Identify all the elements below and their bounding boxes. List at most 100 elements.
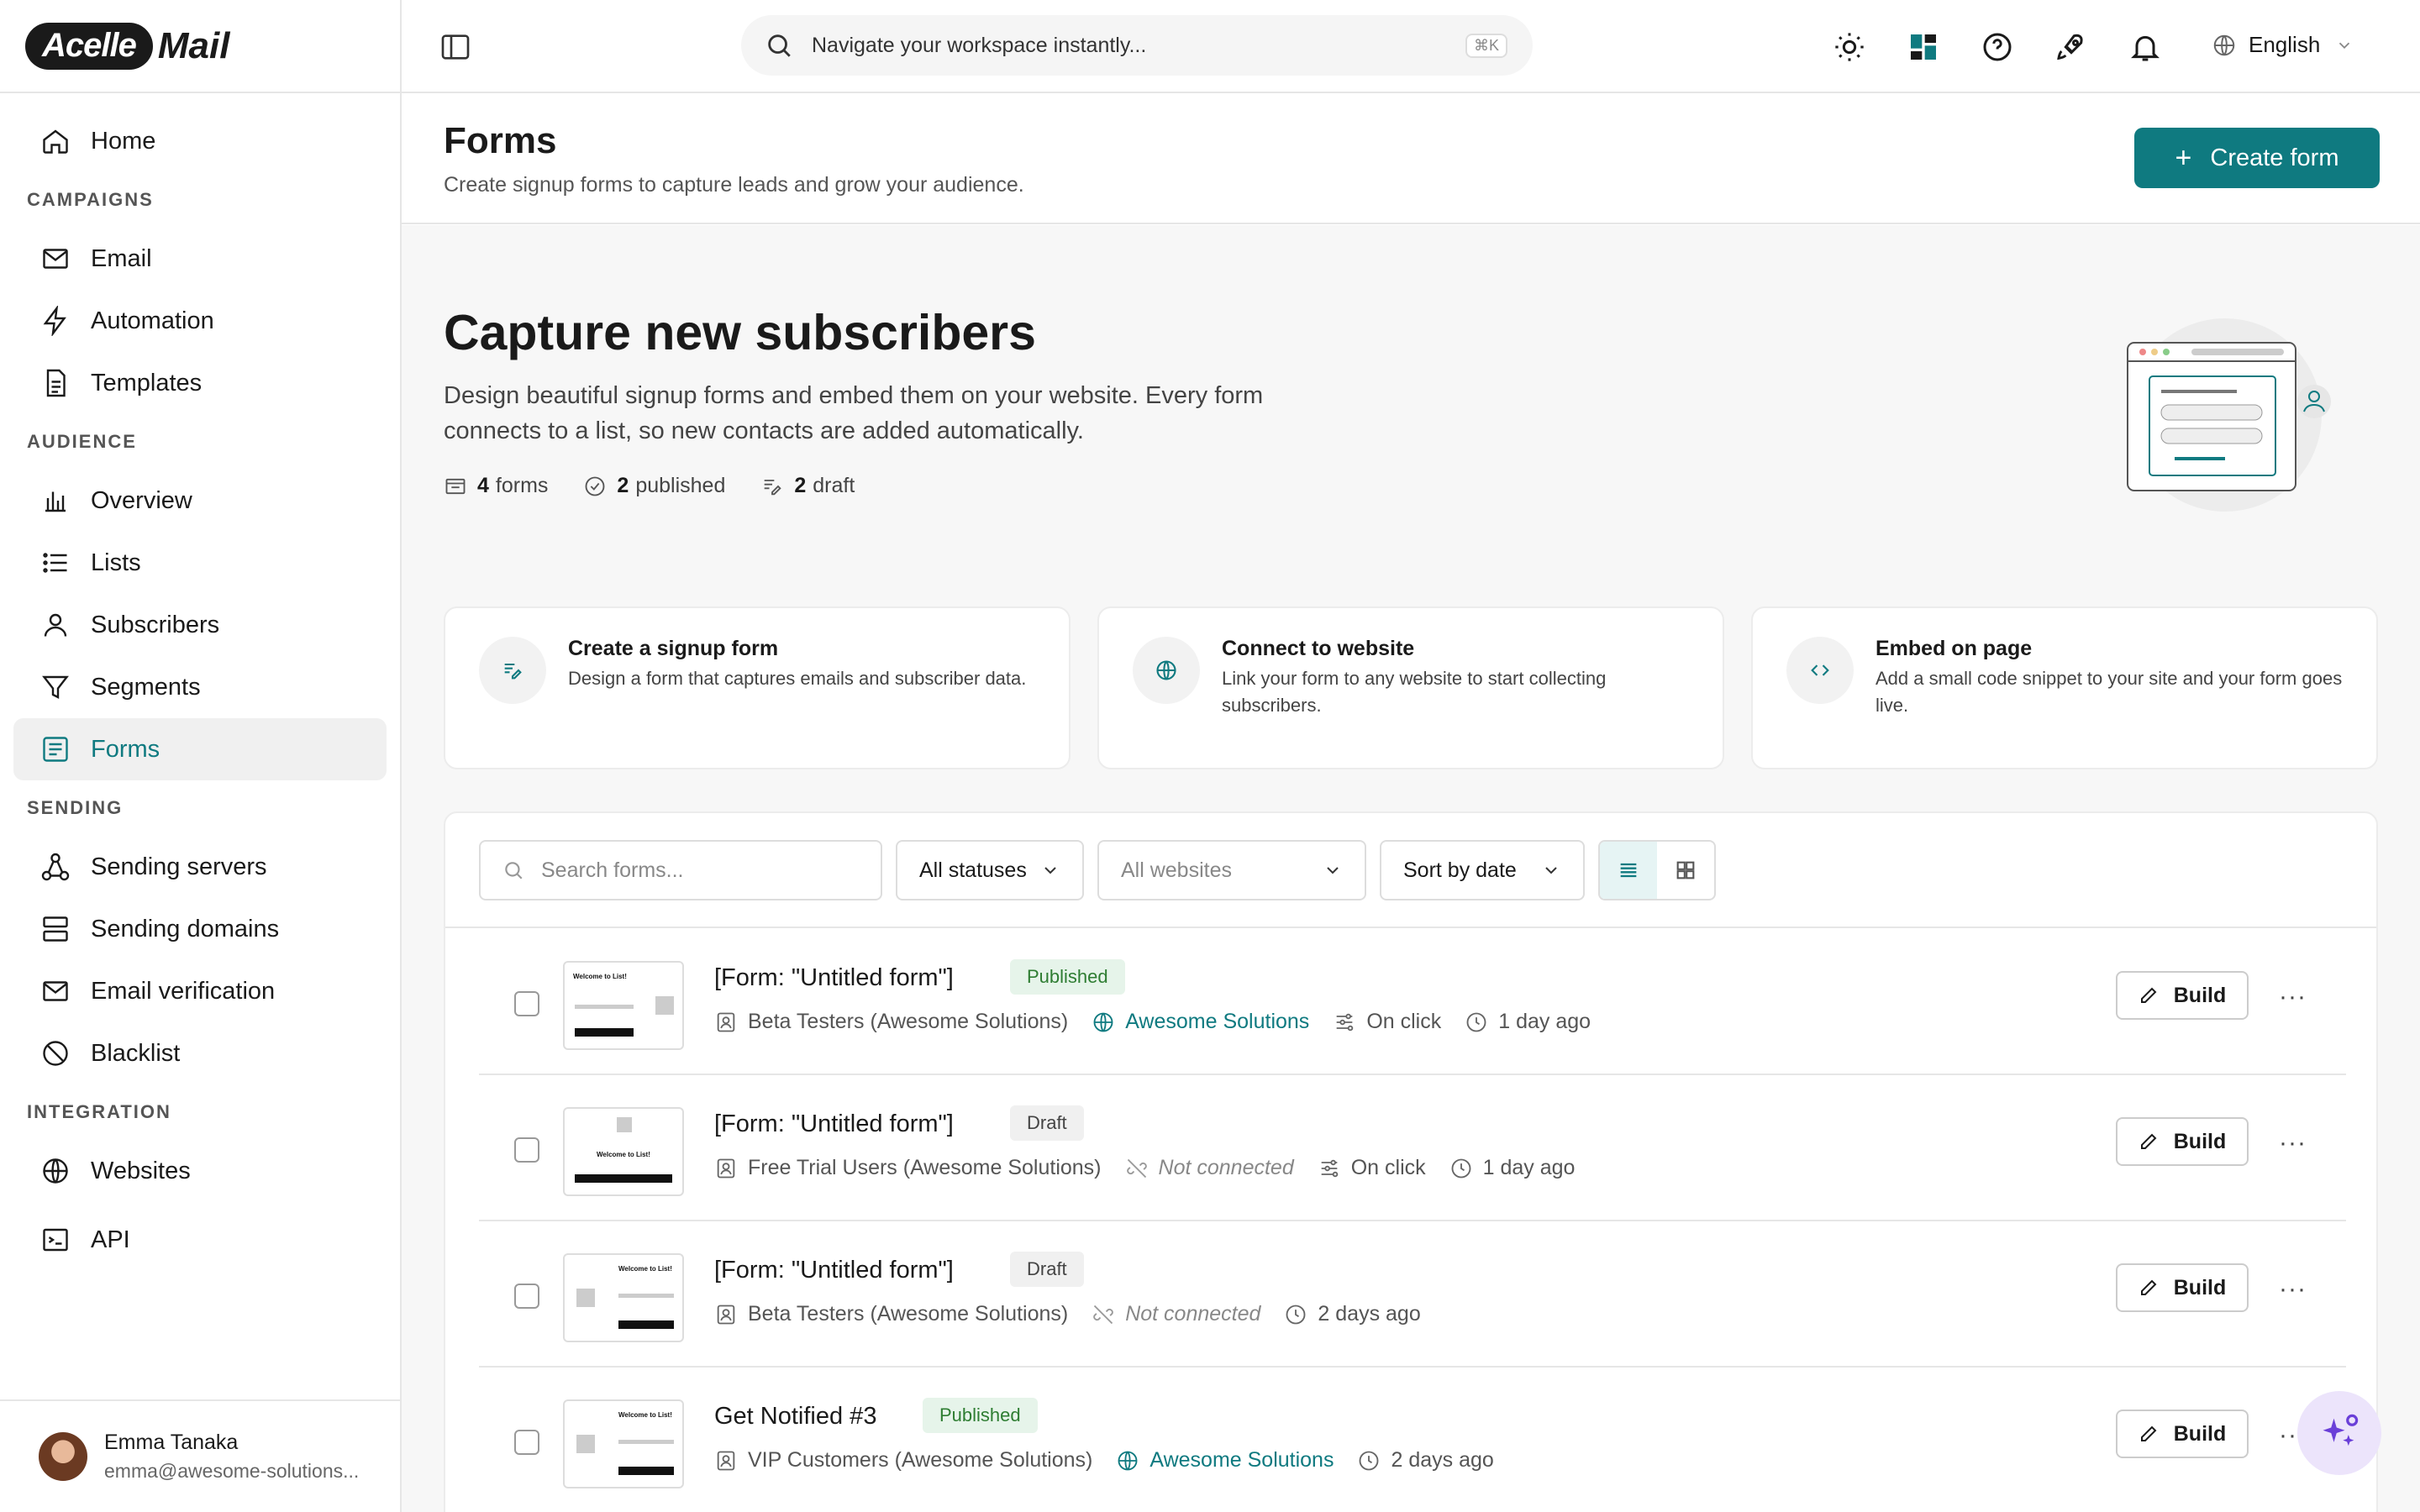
help-button[interactable] (1978, 28, 2017, 66)
thumb-line (618, 1440, 674, 1444)
pencil-icon (2140, 1279, 2157, 1295)
terminal-icon (43, 1228, 68, 1252)
build-label: Build (2173, 983, 2227, 1007)
section-campaigns: CAMPAIGNS (27, 189, 154, 210)
language-select[interactable]: English (2212, 32, 2365, 58)
meta-website-text: Not connected (1125, 1302, 1261, 1326)
more-actions-button[interactable]: ··· (2279, 1275, 2307, 1304)
step-card-create[interactable]: Create a signup form Design a form that … (444, 606, 1071, 769)
search-forms-input[interactable]: Search forms... (479, 840, 882, 900)
sidebar-item-overview[interactable]: Overview (13, 470, 387, 532)
thumb-image (617, 1117, 632, 1132)
hero-description: Design beautiful signup forms and embed … (444, 382, 1264, 444)
meta-trigger: On click (1333, 1010, 1441, 1034)
step-card-embed[interactable]: Embed on page Add a small code snippet t… (1751, 606, 2378, 769)
sidebar-item-blacklist[interactable]: Blacklist (13, 1022, 387, 1084)
form-thumbnail[interactable]: Welcome to List! (563, 1107, 684, 1196)
sidebar-item-templates[interactable]: Templates (13, 352, 387, 414)
sidebar-item-label: Templates (91, 369, 203, 396)
section-integration: INTEGRATION (27, 1101, 171, 1122)
form-thumbnail[interactable]: Welcome to List! (563, 961, 684, 1050)
ai-assistant-button[interactable] (2297, 1391, 2381, 1475)
table-row[interactable]: Welcome to List! [Form: "Untitled form"]… (479, 929, 2346, 1075)
form-title[interactable]: [Form: "Untitled form"] (714, 1110, 954, 1138)
logo-mark: Acelle (25, 22, 153, 70)
form-title[interactable]: [Form: "Untitled form"] (714, 964, 954, 992)
form-thumbnail[interactable]: Welcome to List! (563, 1253, 684, 1342)
theme-toggle[interactable] (1830, 28, 1869, 66)
more-actions-button[interactable]: ··· (2279, 1129, 2307, 1158)
status-filter[interactable]: All statuses (896, 840, 1084, 900)
table-row[interactable]: Welcome to List! [Form: "Untitled form"]… (479, 1075, 2346, 1221)
step-title: Create a signup form (568, 637, 779, 660)
shortcut-hint: ⌘K (1465, 34, 1507, 58)
create-form-button[interactable]: + Create form (2134, 128, 2380, 188)
sidebar-item-email-verification[interactable]: Email verification (13, 960, 387, 1022)
workspace-search[interactable]: Navigate your workspace instantly... ⌘K (741, 15, 1533, 76)
website-filter-value: All websites (1121, 858, 1232, 882)
meta-trigger: On click (1318, 1156, 1426, 1180)
apps-switcher[interactable] (1904, 28, 1943, 66)
row-checkbox[interactable] (514, 991, 539, 1016)
filters-bar: Search forms... All statuses All website… (479, 840, 1716, 900)
meta-website[interactable]: Awesome Solutions (1092, 1010, 1309, 1034)
table-row[interactable]: Welcome to List! [Form: "Untitled form"]… (479, 1221, 2346, 1368)
user-profile[interactable]: Emma Tanaka emma@awesome-solutions... (0, 1399, 400, 1512)
sidebar-item-email[interactable]: Email (13, 228, 387, 290)
chevron-down-icon (1545, 867, 1557, 874)
sidebar-item-label: Overview (91, 486, 192, 514)
search-icon (505, 862, 523, 879)
stat-published-label: published (635, 474, 726, 497)
build-button[interactable]: Build (2116, 1263, 2249, 1312)
sidebar-toggle-icon[interactable] (439, 30, 472, 64)
user-icon (44, 613, 67, 637)
step-card-connect[interactable]: Connect to website Link your form to any… (1097, 606, 1724, 769)
form-illustration (2127, 318, 2331, 512)
sort-select[interactable]: Sort by date (1380, 840, 1585, 900)
meta-website[interactable]: Awesome Solutions (1116, 1448, 1334, 1473)
sidebar-item-subscribers[interactable]: Subscribers (13, 594, 387, 656)
layout-grid-icon (1911, 34, 1936, 60)
sidebar-item-websites[interactable]: Websites (13, 1140, 387, 1202)
notifications-button[interactable] (2126, 28, 2165, 66)
sidebar-item-segments[interactable]: Segments (13, 656, 387, 718)
build-button[interactable]: Build (2116, 1410, 2249, 1458)
more-actions-button[interactable]: ··· (2279, 983, 2307, 1011)
meta-website: Not connected (1092, 1302, 1260, 1326)
grid-view-button[interactable] (1657, 842, 1714, 899)
step-title: Embed on page (1876, 637, 2033, 660)
sidebar-item-home[interactable]: Home (13, 110, 387, 172)
form-thumbnail[interactable]: Welcome to List! (563, 1399, 684, 1488)
form-title[interactable]: [Form: "Untitled form"] (714, 1257, 954, 1284)
row-checkbox[interactable] (514, 1430, 539, 1455)
sidebar-item-forms[interactable]: Forms (13, 718, 387, 780)
row-checkbox[interactable] (514, 1137, 539, 1163)
thumb-heading: Welcome to List! (618, 1265, 672, 1273)
sidebar-item-label: Lists (91, 549, 141, 576)
meta-time: 2 days ago (1357, 1448, 1494, 1473)
meta-list-text: Beta Testers (Awesome Solutions) (748, 1302, 1069, 1326)
table-row[interactable]: Welcome to List! Get Notified #3 Publish… (479, 1368, 2346, 1512)
sidebar-item-automation[interactable]: Automation (13, 290, 387, 352)
globe-icon (1118, 1451, 1138, 1470)
website-filter[interactable]: All websites (1097, 840, 1366, 900)
clock-icon (1360, 1451, 1379, 1470)
sidebar-item-sending-domains[interactable]: Sending domains (13, 898, 387, 960)
sidebar-item-api[interactable]: API (13, 1209, 387, 1271)
row-checkbox[interactable] (514, 1284, 539, 1309)
sort-value: Sort by date (1403, 858, 1517, 882)
form-meta: Beta Testers (Awesome Solutions) Awesome… (714, 1010, 1614, 1034)
list-view-button[interactable] (1600, 842, 1657, 899)
app-logo[interactable]: Acelle Mail (0, 0, 400, 93)
meta-trigger-text: On click (1366, 1010, 1442, 1033)
globe-icon (43, 1158, 68, 1184)
form-title[interactable]: Get Notified #3 (714, 1403, 876, 1431)
build-button[interactable]: Build (2116, 1117, 2249, 1166)
sidebar-item-sending-servers[interactable]: Sending servers (13, 836, 387, 898)
build-button[interactable]: Build (2116, 971, 2249, 1020)
sidebar-item-lists[interactable]: Lists (13, 532, 387, 594)
step-description: Add a small code snippet to your site an… (1876, 668, 2343, 716)
thumb-submit (575, 1028, 634, 1037)
form-meta: VIP Customers (Awesome Solutions) Awesom… (714, 1448, 1518, 1473)
launch-button[interactable] (2052, 28, 2091, 66)
